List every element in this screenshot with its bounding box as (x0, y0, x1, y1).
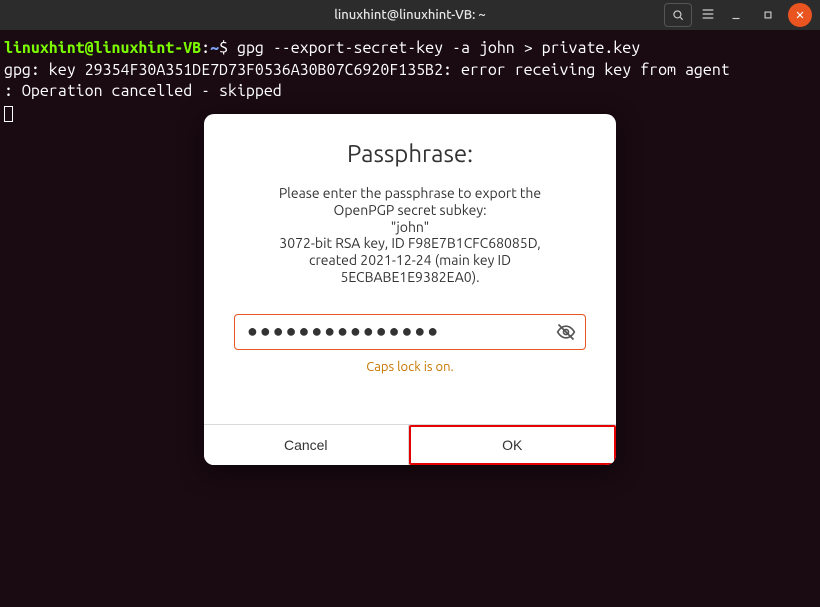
modal-overlay: Passphrase: Please enter the passphrase … (0, 0, 820, 607)
passphrase-input[interactable] (234, 314, 586, 350)
cancel-button[interactable]: Cancel (204, 425, 409, 465)
dialog-description: Please enter the passphrase to export th… (234, 185, 586, 286)
caps-lock-warning: Caps lock is on. (234, 360, 586, 374)
ok-button[interactable]: OK (409, 425, 617, 465)
dialog-text-line: created 2021-12-24 (main key ID (234, 252, 586, 269)
dialog-text-line: Please enter the passphrase to export th… (234, 185, 586, 202)
password-field-wrapper (234, 314, 586, 350)
dialog-body: Passphrase: Please enter the passphrase … (204, 114, 616, 424)
dialog-title: Passphrase: (234, 140, 586, 167)
toggle-visibility-icon[interactable] (556, 322, 576, 342)
dialog-text-line: OpenPGP secret subkey: (234, 202, 586, 219)
passphrase-dialog: Passphrase: Please enter the passphrase … (204, 114, 616, 465)
dialog-text-line: 5ECBABE1E9382EA0). (234, 269, 586, 286)
dialog-text-line: 3072-bit RSA key, ID F98E7B1CFC68085D, (234, 235, 586, 252)
dialog-text-line: "john" (234, 219, 586, 236)
dialog-actions: Cancel OK (204, 424, 616, 465)
